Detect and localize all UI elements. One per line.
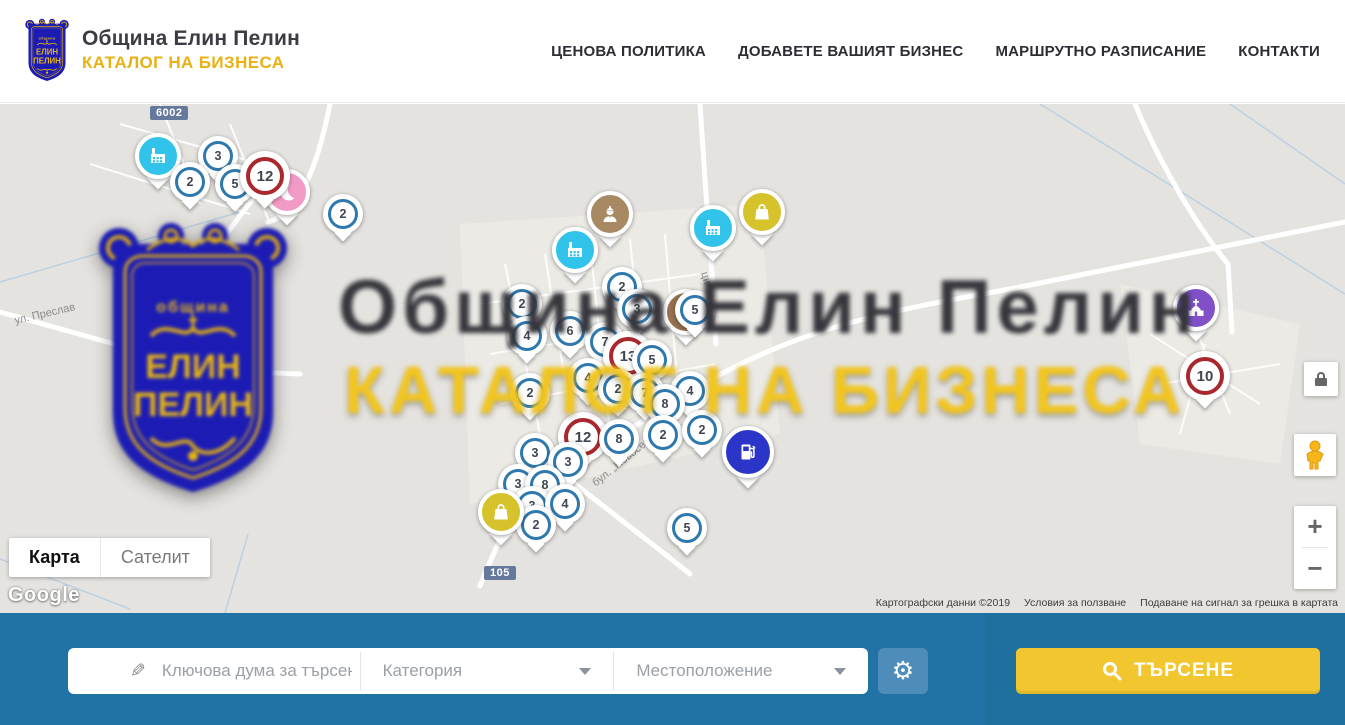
map-canvas[interactable]: 6002105ул. Преславбул. „Новоселци" 32512…: [0, 104, 1345, 613]
map-cluster-2[interactable]: 2: [682, 410, 722, 450]
factory-icon: [146, 144, 170, 168]
search-button-label: ТЪРСЕНЕ: [1134, 660, 1234, 682]
site-title: Община Елин Пелин: [82, 27, 300, 51]
chevron-down-icon: [834, 668, 846, 675]
map-cluster-2[interactable]: 2: [643, 415, 683, 455]
cluster-count: 2: [328, 199, 358, 229]
church-icon: [1184, 296, 1208, 320]
map-lock-button[interactable]: [1304, 362, 1338, 396]
chevron-down-icon: [579, 668, 591, 675]
brand-text: Община Елин Пелин КАТАЛОГ НА БИЗНЕСА: [82, 27, 300, 73]
category-label: Категория: [383, 661, 462, 681]
map-cluster-12[interactable]: 12: [240, 151, 290, 201]
search-bar-right: ТЪРСЕНЕ: [985, 613, 1345, 725]
keyword-field-wrap: ✎: [68, 648, 360, 694]
zoom-in-button[interactable]: +: [1294, 506, 1336, 547]
map-cluster-4[interactable]: 4: [507, 316, 547, 356]
cluster-count: 4: [512, 321, 542, 351]
svg-text:община: община: [39, 36, 56, 40]
attribution-report-error-link[interactable]: Подаване на сигнал за грешка в картата: [1140, 597, 1338, 609]
bag-icon: [489, 500, 513, 524]
map-cluster-3[interactable]: 3: [617, 289, 657, 329]
location-label: Местоположение: [636, 661, 772, 681]
factory-icon: [701, 216, 725, 240]
map-type-map-button[interactable]: Карта: [9, 538, 100, 577]
map-pin-church[interactable]: [1173, 285, 1219, 331]
advanced-settings-button[interactable]: ⚙: [878, 648, 928, 694]
cluster-count: 10: [1186, 357, 1224, 395]
cluster-count: 2: [648, 420, 678, 450]
cluster-count: 2: [507, 289, 537, 319]
factory-icon: [563, 238, 587, 262]
worker-icon: [598, 202, 622, 226]
cluster-count: 6: [555, 316, 585, 346]
cluster-count: 3: [622, 294, 652, 324]
attribution-copyright: Картографски данни ©2019: [876, 597, 1010, 609]
main-nav: ЦЕНОВА ПОЛИТИКА ДОБАВЕТЕ ВАШИЯТ БИЗНЕС М…: [551, 0, 1320, 103]
search-input[interactable]: [162, 661, 352, 681]
map-cluster-2[interactable]: 2: [510, 373, 550, 413]
nav-pricing-policy[interactable]: ЦЕНОВА ПОЛИТИКА: [551, 43, 706, 60]
road-number-label: 6002: [150, 106, 188, 120]
lock-icon: [1314, 371, 1328, 387]
map-type-control: Карта Сателит: [9, 538, 210, 577]
nav-contacts[interactable]: КОНТАКТИ: [1238, 43, 1320, 60]
google-logo[interactable]: Google: [8, 584, 80, 607]
pegman-icon: [1304, 440, 1326, 470]
cluster-count: 8: [604, 424, 634, 454]
search-group: ✎ Категория Местоположение: [68, 648, 868, 694]
header: община ЕЛИН ПЕЛИН Община Елин Пелин КАТА…: [0, 0, 1345, 103]
bag-icon: [750, 200, 774, 224]
map-pin-factory[interactable]: [552, 227, 598, 273]
map-attribution: Картографски данни ©2019 Условия за полз…: [876, 597, 1338, 609]
page: община ЕЛИН ПЕЛИН Община Елин Пелин КАТА…: [0, 0, 1345, 725]
fuel-icon: [736, 440, 760, 464]
map-pin-fuel[interactable]: [722, 426, 774, 478]
nav-add-business[interactable]: ДОБАВЕТЕ ВАШИЯТ БИЗНЕС: [738, 43, 963, 60]
map-cluster-10[interactable]: 10: [1180, 351, 1230, 401]
gear-icon: ⚙: [892, 656, 914, 686]
svg-text:ЕЛИН: ЕЛИН: [36, 48, 58, 57]
map-cluster-8[interactable]: 8: [599, 419, 639, 459]
attribution-terms-link[interactable]: Условия за ползване: [1024, 597, 1126, 609]
nav-route-schedule[interactable]: МАРШРУТНО РАЗПИСАНИЕ: [995, 43, 1206, 60]
search-button[interactable]: ТЪРСЕНЕ: [1016, 648, 1320, 694]
cluster-count: 2: [521, 510, 551, 540]
cluster-count: 5: [672, 513, 702, 543]
search-icon: [1102, 661, 1122, 681]
cluster-count: 12: [246, 157, 284, 195]
cluster-count: 2: [515, 378, 545, 408]
pencil-icon: ✎: [130, 660, 146, 683]
map-cluster-5[interactable]: 5: [667, 508, 707, 548]
cluster-count: 4: [550, 489, 580, 519]
cluster-count: 5: [680, 295, 710, 325]
zoom-control: + −: [1294, 506, 1336, 589]
road-number-label: 105: [484, 566, 516, 580]
cluster-count: 5: [637, 345, 667, 375]
street-view-pegman-button[interactable]: [1294, 434, 1336, 476]
zoom-out-button[interactable]: −: [1294, 548, 1336, 589]
map-cluster-2[interactable]: 2: [170, 162, 210, 202]
site-subtitle: КАТАЛОГ НА БИЗНЕСА: [82, 53, 300, 73]
location-dropdown[interactable]: Местоположение: [614, 648, 868, 694]
map-type-satellite-button[interactable]: Сателит: [100, 538, 210, 577]
map-pin-factory[interactable]: [690, 205, 736, 251]
map-pin-bag[interactable]: [739, 189, 785, 235]
map-cluster-6[interactable]: 6: [550, 311, 590, 351]
cluster-count: 2: [687, 415, 717, 445]
cluster-count: 2: [175, 167, 205, 197]
site-logo[interactable]: община ЕЛИН ПЕЛИН Община Елин Пелин КАТА…: [22, 16, 300, 84]
svg-text:ПЕЛИН: ПЕЛИН: [33, 56, 61, 65]
map-cluster-5[interactable]: 5: [675, 290, 715, 330]
map-pin-bag[interactable]: [478, 489, 524, 535]
category-dropdown[interactable]: Категория: [361, 648, 614, 694]
map-cluster-2[interactable]: 2: [323, 194, 363, 234]
municipality-emblem-icon: община ЕЛИН ПЕЛИН: [22, 16, 72, 84]
search-bar: ✎ Категория Местоположение ⚙: [0, 613, 985, 725]
cluster-count: 3: [520, 438, 550, 468]
